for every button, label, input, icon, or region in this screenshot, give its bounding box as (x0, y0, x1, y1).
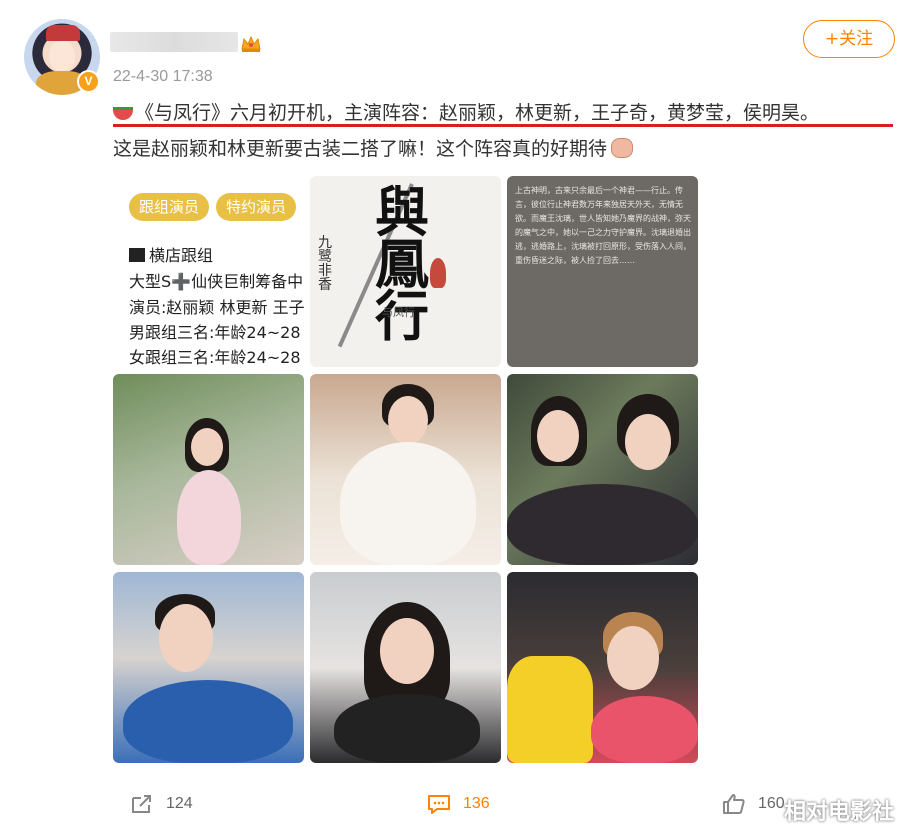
image-couple-still[interactable] (507, 374, 698, 565)
jacket (334, 694, 480, 763)
image-grid: 跟组演员 特约演员 横店跟组 大型S➕仙侠巨制筹备中 演员:赵丽颖 林更新 王子… (113, 176, 699, 763)
like-count: 160 (758, 795, 785, 812)
face (607, 626, 659, 690)
page-text: 上古神明，古来只余最后一个神君——行止。传言，彼位行止神君数万年来独居天外天，无… (515, 186, 691, 265)
image-actor-selfie[interactable] (113, 572, 304, 763)
clapperboard-icon (129, 248, 145, 262)
face (388, 396, 428, 444)
face (537, 410, 579, 462)
comment-button[interactable]: 136 (427, 790, 490, 818)
robe (340, 442, 476, 565)
image-actor-with-plush[interactable] (507, 572, 698, 763)
tassel-illustration (430, 258, 446, 288)
clothes (507, 484, 698, 565)
comment-count: 136 (463, 795, 490, 812)
notice-line-text: 横店跟组 (149, 246, 214, 265)
comment-icon (428, 795, 450, 814)
post-text-line1-content: 《与凤行》六月初开机，主演阵容：赵丽颖，林更新，王子奇，黄梦莹，侯明昊。 (135, 102, 820, 124)
shirt (123, 680, 293, 763)
post-text-line2-content: 这是赵丽颖和林更新要古装二搭了嘛！这个阵容真的好期待 (113, 138, 608, 160)
cover-author: 九鹭非香 (318, 235, 332, 293)
image-actress-portrait[interactable] (310, 572, 501, 763)
notice-line: 横店跟组 (129, 242, 213, 266)
follow-button[interactable]: +关注 (803, 20, 895, 58)
username-blurred[interactable] (110, 32, 238, 52)
highlight-underline (113, 124, 893, 127)
avatar-crown (46, 25, 80, 41)
tag-pill: 特约演员 (216, 193, 297, 221)
like-button[interactable]: 160 (722, 790, 785, 818)
post-timestamp[interactable]: 22-4-30 17:38 (113, 68, 213, 86)
face (159, 604, 213, 672)
forward-button[interactable]: 124 (130, 790, 193, 818)
notice-line: 女跟组三名:年龄24~28 身 (129, 348, 304, 367)
notice-line: 男跟组三名:年龄24~28 身 (129, 323, 304, 342)
cover-subtitle: 与凤行 (382, 306, 415, 319)
avatar-face (49, 41, 75, 71)
face (380, 618, 434, 684)
image-actress-photo[interactable] (113, 374, 304, 565)
post-text-line2: 这是赵丽颖和林更新要古装二搭了嘛！这个阵容真的好期待 (113, 134, 634, 161)
shirt (591, 696, 698, 763)
pig-emoji-icon (611, 138, 634, 158)
post-text-line1: 《与凤行》六月初开机，主演阵容：赵丽颖，林更新，王子奇，黄梦莹，侯明昊。 (113, 98, 819, 125)
yellow-plush (507, 656, 593, 763)
forward-icon (132, 795, 151, 813)
notice-line: 演员:赵丽颖 林更新 王子 (129, 298, 304, 317)
tag-pill: 跟组演员 (129, 193, 210, 221)
dress (177, 470, 241, 565)
forward-count: 124 (166, 795, 193, 812)
thumbs-up-icon (723, 794, 745, 814)
verified-badge-icon: V (77, 70, 100, 93)
crown-icon (241, 35, 261, 52)
face (191, 428, 223, 466)
face (625, 414, 671, 470)
image-casting-notice[interactable]: 跟组演员 特约演员 横店跟组 大型S➕仙侠巨制筹备中 演员:赵丽颖 林更新 王子… (113, 176, 304, 367)
image-book-cover[interactable]: 與鳳行 九鹭非香 与凤行 (310, 176, 501, 367)
notice-line: 大型S➕仙侠巨制筹备中 (129, 272, 304, 291)
watermelon-emoji-icon (113, 107, 133, 120)
watermark: 相对电影社 (784, 800, 895, 825)
image-actor-writing-photo[interactable] (310, 374, 501, 565)
image-text-page[interactable]: 上古神明，古来只余最后一个神君——行止。传言，彼位行止神君数万年来独居天外天，无… (507, 176, 698, 367)
